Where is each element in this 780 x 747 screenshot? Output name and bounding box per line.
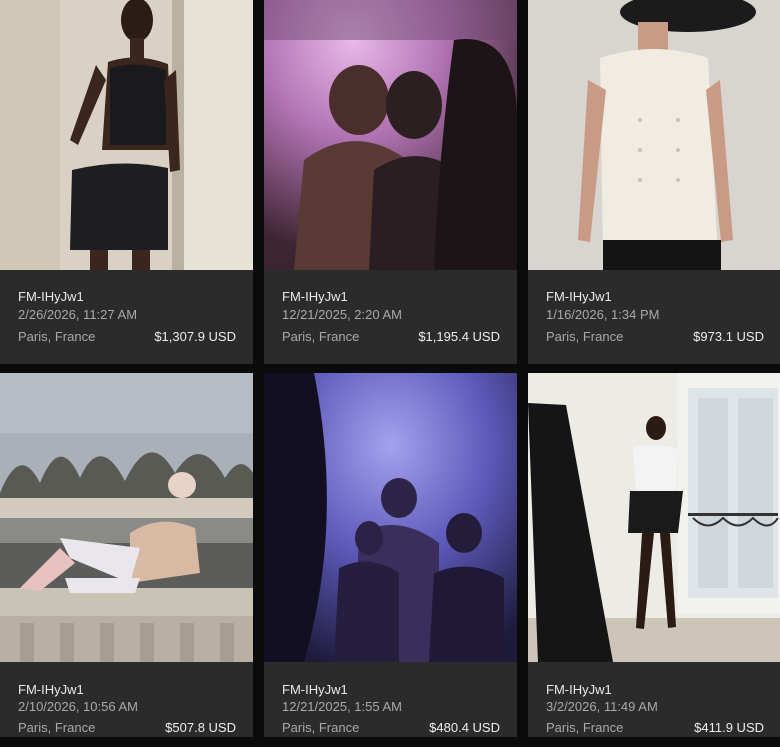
listing-photo[interactable] — [264, 373, 517, 662]
listing-card[interactable]: FM-IHyJw1 12/21/2025, 2:20 AM Paris, Fra… — [264, 0, 517, 364]
listing-datetime: 1/16/2026, 1:34 PM — [546, 307, 660, 322]
listing-photo[interactable] — [0, 0, 253, 270]
listing-price: $973.1 USD — [693, 329, 764, 344]
listing-info: FM-IHyJw1 3/2/2026, 11:49 AM Paris, Fran… — [528, 662, 780, 737]
listing-datetime: 12/21/2025, 1:55 AM — [282, 699, 402, 714]
listing-datetime: 3/2/2026, 11:49 AM — [546, 699, 658, 714]
listing-datetime: 2/10/2026, 10:56 AM — [18, 699, 138, 714]
listing-code: FM-IHyJw1 — [546, 682, 612, 697]
listing-code: FM-IHyJw1 — [18, 682, 84, 697]
photo-listing-grid: FM-IHyJw1 2/26/2026, 11:27 AM Paris, Fra… — [0, 0, 780, 747]
listing-location: Paris, France — [546, 720, 624, 735]
listing-info: FM-IHyJw1 2/26/2026, 11:27 AM Paris, Fra… — [0, 270, 253, 364]
listing-info: FM-IHyJw1 12/21/2025, 1:55 AM Paris, Fra… — [264, 662, 517, 737]
listing-photo[interactable] — [0, 373, 253, 662]
listing-datetime: 12/21/2025, 2:20 AM — [282, 307, 402, 322]
listing-location: Paris, France — [282, 329, 360, 344]
listing-card[interactable]: FM-IHyJw1 3/2/2026, 11:49 AM Paris, Fran… — [528, 373, 780, 737]
listing-photo[interactable] — [528, 373, 780, 662]
listing-photo[interactable] — [264, 0, 517, 270]
listing-location: Paris, France — [18, 329, 96, 344]
listing-datetime: 2/26/2026, 11:27 AM — [18, 307, 138, 322]
listing-info: FM-IHyJw1 2/10/2026, 10:56 AM Paris, Fra… — [0, 662, 253, 737]
listing-photo[interactable] — [528, 0, 780, 270]
listing-code: FM-IHyJw1 — [18, 289, 84, 304]
listing-price: $411.9 USD — [694, 720, 764, 735]
listing-card[interactable]: FM-IHyJw1 2/10/2026, 10:56 AM Paris, Fra… — [0, 373, 253, 737]
listing-code: FM-IHyJw1 — [546, 289, 612, 304]
listing-card[interactable]: FM-IHyJw1 1/16/2026, 1:34 PM Paris, Fran… — [528, 0, 780, 364]
listing-location: Paris, France — [18, 720, 96, 735]
listing-card[interactable]: FM-IHyJw1 2/26/2026, 11:27 AM Paris, Fra… — [0, 0, 253, 364]
listing-price: $1,307.9 USD — [154, 329, 236, 344]
listing-price: $1,195.4 USD — [418, 329, 500, 344]
listing-price: $507.8 USD — [165, 720, 236, 735]
listing-info: FM-IHyJw1 1/16/2026, 1:34 PM Paris, Fran… — [528, 270, 780, 364]
listing-location: Paris, France — [282, 720, 360, 735]
listing-info: FM-IHyJw1 12/21/2025, 2:20 AM Paris, Fra… — [264, 270, 517, 364]
listing-price: $480.4 USD — [429, 720, 500, 735]
listing-location: Paris, France — [546, 329, 624, 344]
listing-code: FM-IHyJw1 — [282, 682, 348, 697]
listing-card[interactable]: FM-IHyJw1 12/21/2025, 1:55 AM Paris, Fra… — [264, 373, 517, 737]
listing-code: FM-IHyJw1 — [282, 289, 348, 304]
